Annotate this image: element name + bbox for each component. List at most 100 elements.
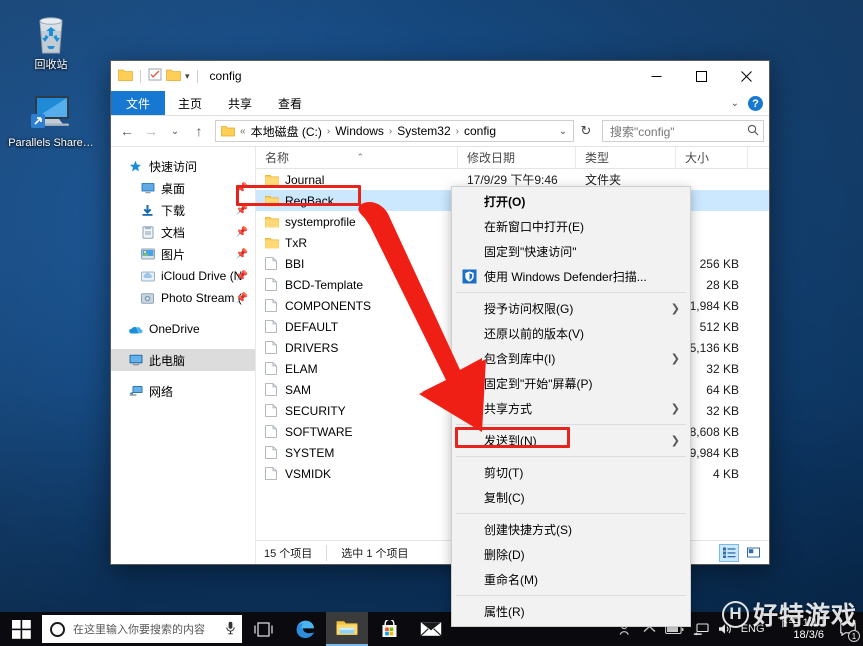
qat-folder-icon[interactable] [166,68,181,84]
sidebar-item-icloud-drive[interactable]: iCloud Drive (N 📌 [111,265,255,287]
column-header-type[interactable]: 类型 [576,146,676,169]
desktop-icon-recycle-bin[interactable]: 回收站 [8,10,94,72]
file-name-cell[interactable]: COMPONENTS [256,299,458,313]
help-button[interactable]: ? [748,96,763,111]
recent-locations-button[interactable]: ⌄ [164,120,186,142]
menu-item[interactable]: 剪切(T) [452,460,690,485]
refresh-button[interactable]: ↻ [576,120,596,142]
breadcrumb-item-3[interactable]: config [460,124,500,138]
menu-item[interactable]: 创建快捷方式(S) [452,517,690,542]
menu-item[interactable]: 发送到(N) ❯ [452,428,690,453]
menu-item[interactable]: 使用 Windows Defender扫描... [452,264,690,289]
action-center-icon[interactable]: 1 [837,612,860,646]
file-name-cell[interactable]: RegBack [256,194,458,208]
context-menu[interactable]: 打开(O) 在新窗口中打开(E) 固定到"快速访问" 使用 Windows Defen… [451,186,691,627]
menu-item[interactable]: 还原以前的版本(V) [452,321,690,346]
sidebar-item-downloads[interactable]: 下载 📌 [111,199,255,221]
menu-item[interactable]: 授予访问权限(G) ❯ [452,296,690,321]
window-title-bar[interactable]: ▾ config [111,61,769,91]
sidebar-item-photo-stream[interactable]: Photo Stream ( 📌 [111,287,255,309]
menu-item[interactable]: 重命名(M) [452,567,690,592]
microphone-icon[interactable] [225,621,236,638]
sidebar-item-desktop[interactable]: 桌面 📌 [111,177,255,199]
back-button[interactable]: ← [116,120,138,142]
menu-item[interactable]: 属性(R) [452,599,690,624]
sidebar-item-pictures[interactable]: 图片 📌 [111,243,255,265]
cortana-icon[interactable] [50,621,65,637]
navigation-pane[interactable]: 快速访问 桌面 📌 下载 📌 文档 📌 图片 📌 iCloud Drive (N… [111,147,256,564]
details-view-icon[interactable] [719,543,739,562]
file-name-cell[interactable]: ELAM [256,362,458,376]
column-header-date[interactable]: 修改日期 [458,146,576,169]
sidebar-item-this-pc[interactable]: 此电脑 [111,349,255,371]
breadcrumb-overflow[interactable]: « [239,126,247,137]
pin-icon[interactable]: 📌 [236,227,248,238]
search-icon[interactable] [747,124,759,139]
quick-access-toolbar[interactable]: ▾ [111,68,201,84]
sidebar-group-quick-access[interactable]: 快速访问 [111,155,255,177]
file-name-cell[interactable]: SAM [256,383,458,397]
pin-icon[interactable]: 📌 [236,183,248,194]
navigation-bar[interactable]: ← → ⌄ ↑ « 本地磁盘 (C:) › Windows › System32… [111,116,769,146]
menu-item[interactable]: 固定到"开始"屏幕(P) [452,371,690,396]
tab-home[interactable]: 主页 [165,91,215,115]
customize-chevron-icon[interactable]: ▾ [185,71,190,82]
folder-properties-icon[interactable] [118,68,133,84]
chevron-down-icon[interactable]: ⌄ [731,98,739,109]
file-name-cell[interactable]: SOFTWARE [256,425,458,439]
file-name-cell[interactable]: BBI [256,257,458,271]
menu-item[interactable]: 包含到库中(I) ❯ [452,346,690,371]
mail-icon[interactable] [410,612,452,646]
column-header-size[interactable]: 大小 [676,146,748,169]
breadcrumb[interactable]: « 本地磁盘 (C:) › Windows › System32 › confi… [239,123,555,140]
taskbar-clock[interactable]: 下午 1:10 18/3/6 [774,617,828,641]
file-name-cell[interactable]: VSMIDK [256,467,458,481]
edge-icon[interactable] [284,612,326,646]
file-name-cell[interactable]: BCD-Template [256,278,458,292]
breadcrumb-item-1[interactable]: Windows [331,124,388,138]
taskbar-search-input[interactable]: 在这里输入你要搜索的内容 [65,621,225,637]
tab-view[interactable]: 查看 [265,91,315,115]
breadcrumb-item-0[interactable]: 本地磁盘 (C:) [247,123,326,140]
pin-icon[interactable]: 📌 [236,271,248,282]
sidebar-item-documents[interactable]: 文档 📌 [111,221,255,243]
windows-start-icon[interactable] [0,612,42,646]
sidebar-item-onedrive[interactable]: OneDrive [111,318,255,340]
minimize-button[interactable] [634,61,679,91]
file-name-cell[interactable]: Journal [256,173,458,187]
file-explorer-icon[interactable] [326,612,368,646]
address-bar[interactable]: « 本地磁盘 (C:) › Windows › System32 › confi… [215,120,574,142]
large-icons-view-icon[interactable] [743,544,763,562]
pin-icon[interactable]: 📌 [236,293,248,304]
language-indicator[interactable]: ENG [741,623,765,635]
taskbar-search-box[interactable]: 在这里输入你要搜索的内容 [42,615,242,643]
microsoft-store-icon[interactable] [368,612,410,646]
up-button[interactable]: ↑ [188,120,210,142]
window-controls[interactable] [634,61,769,91]
ribbon-tabs[interactable]: 文件 主页 共享 查看 ⌄ ? [111,91,769,116]
file-name-cell[interactable]: TxR [256,236,458,250]
task-view-icon[interactable] [242,612,284,646]
search-input[interactable]: 搜索"config" [610,123,747,140]
column-headers[interactable]: ⌃ 名称 修改日期 类型 大小 [256,146,769,169]
file-name-cell[interactable]: DRIVERS [256,341,458,355]
address-dropdown-icon[interactable]: ⌄ [555,126,571,137]
pin-icon[interactable]: 📌 [236,205,248,216]
menu-item[interactable]: 删除(D) [452,542,690,567]
file-name-cell[interactable]: DEFAULT [256,320,458,334]
menu-item[interactable]: 复制(C) [452,485,690,510]
taskbar[interactable]: 在这里输入你要搜索的内容 ENG 下午 1:10 18/3/6 1 [0,612,863,646]
maximize-button[interactable] [679,61,724,91]
network-icon[interactable] [693,622,709,636]
pin-icon[interactable]: 📌 [236,249,248,260]
sidebar-item-network[interactable]: 网络 [111,380,255,402]
column-header-name[interactable]: ⌃ 名称 [256,146,458,169]
tab-file[interactable]: 文件 [111,91,166,115]
file-name-cell[interactable]: SECURITY [256,404,458,418]
menu-item[interactable]: 共享方式 ❯ [452,396,690,421]
file-name-cell[interactable]: systemprofile [256,215,458,229]
new-folder-icon[interactable] [148,68,162,84]
search-box[interactable]: 搜索"config" [602,120,764,142]
menu-item[interactable]: 打开(O) [452,189,690,214]
file-name-cell[interactable]: SYSTEM [256,446,458,460]
